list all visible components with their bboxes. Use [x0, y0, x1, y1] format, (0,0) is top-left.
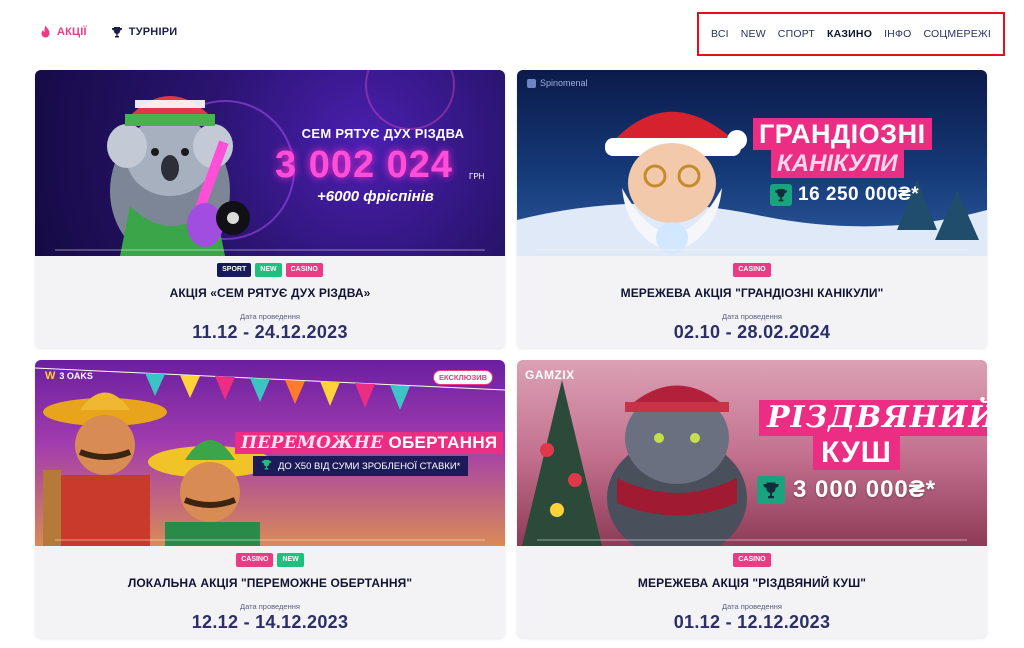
mariachi-characters-illustration: [43, 392, 272, 546]
promo-card[interactable]: GAMZIX РІЗДВЯНИЙ КУШ 3 000 000₴* CASINO …: [517, 360, 987, 638]
filter-new[interactable]: NEW: [741, 28, 766, 40]
date-label: Дата проведення: [722, 602, 782, 611]
nav-promotions-label: АКЦІЇ: [57, 25, 87, 38]
banner-freespins: +6000 фріспінів: [317, 188, 434, 205]
card-body: CASINO МЕРЕЖЕВА АКЦІЯ "ГРАНДІОЗНІ КАНІКУ…: [517, 256, 987, 348]
provider-name: 3 OAKS: [59, 371, 93, 381]
banner-fineprint: [537, 539, 967, 541]
banner-fineprint: [55, 539, 485, 541]
trophy-icon: [111, 26, 123, 38]
provider-logo-mark: W: [45, 370, 56, 382]
santa-illustration: [605, 111, 747, 254]
tag-list: SPORT NEW CASINO: [35, 263, 505, 277]
promo-card[interactable]: W 3 OAKS ЕКСКЛЮЗИВ ПЕРЕМОЖНЕ ОБЕРТАННЯ Д…: [35, 360, 505, 638]
provider-logo: Spinomenal: [527, 78, 588, 88]
banner-headline: СЕМ РЯТУЄ ДУХ РІЗДВА: [301, 126, 465, 141]
promo-title: АКЦІЯ «СЕМ РЯТУЄ ДУХ РІЗДВА»: [169, 286, 371, 300]
banner-fineprint: [537, 249, 967, 251]
tag-casino: CASINO: [733, 263, 771, 277]
date-range: 01.12 - 12.12.2023: [673, 612, 831, 632]
main-nav: АКЦІЇ ТУРНІРИ: [40, 25, 177, 38]
football-icon: [216, 201, 250, 235]
card-body: CASINO МЕРЕЖЕВА АКЦІЯ "РІЗДВЯНИЙ КУШ" Да…: [517, 546, 987, 638]
banner-prize: 3 000 000₴*: [757, 476, 936, 504]
tag-new: NEW: [255, 263, 282, 277]
exclusive-badge: ЕКСКЛЮЗИВ: [433, 370, 493, 385]
banner-subline-text: ДО Х50 ВІД СУМИ ЗРОБЛЕНОЇ СТАВКИ*: [278, 460, 461, 472]
banner-title-line2: КУШ: [813, 436, 900, 470]
banner-title-line2: КАНІКУЛИ: [771, 150, 904, 178]
trophy-icon: [261, 459, 272, 473]
promo-banner: СЕМ РЯТУЄ ДУХ РІЗДВА 3 002 024 ГРН +6000…: [35, 70, 505, 256]
nav-tournaments-label: ТУРНІРИ: [128, 25, 178, 38]
date-range: 12.12 - 14.12.2023: [191, 612, 349, 632]
banner-headline-bold: ОБЕРТАННЯ: [388, 433, 498, 452]
banner-amount: 3 002 024: [275, 144, 454, 186]
provider-name: Spinomenal: [540, 78, 588, 88]
card-body: CASINO NEW ЛОКАЛЬНА АКЦІЯ "ПЕРЕМОЖНЕ ОБЕ…: [35, 546, 505, 638]
banner-subline: ДО Х50 ВІД СУМИ ЗРОБЛЕНОЇ СТАВКИ*: [253, 456, 469, 476]
banner-currency: ГРН: [469, 172, 485, 181]
promo-title: ЛОКАЛЬНА АКЦІЯ "ПЕРЕМОЖНЕ ОБЕРТАННЯ": [127, 576, 413, 590]
filter-sport[interactable]: СПОРТ: [778, 28, 815, 40]
tag-sport: SPORT: [217, 263, 252, 277]
promo-banner: Spinomenal ГРАНДІОЗНІ КАНІКУЛИ 16 250 00…: [517, 70, 987, 256]
promo-banner: GAMZIX РІЗДВЯНИЙ КУШ 3 000 000₴*: [517, 360, 987, 546]
provider-logo: W 3 OAKS: [45, 370, 93, 382]
banner-prize-amount: 3 000 000₴*: [793, 476, 937, 503]
banner-title-line1: ГРАНДІОЗНІ: [753, 118, 932, 150]
promo-card[interactable]: Spinomenal ГРАНДІОЗНІ КАНІКУЛИ 16 250 00…: [517, 70, 987, 348]
banner-headline-italic: ПЕРЕМОЖНЕ: [241, 433, 384, 453]
date-label: Дата проведення: [722, 312, 782, 321]
banner-title-line1: РІЗДВЯНИЙ: [759, 400, 987, 436]
filter-social[interactable]: СОЦМЕРЕЖІ: [923, 28, 990, 40]
tag-list: CASINO NEW: [35, 553, 505, 567]
date-range: 02.10 - 28.02.2024: [673, 322, 831, 342]
tag-casino: CASINO: [285, 263, 323, 277]
banner-prize-amount: 16 250 000₴*: [798, 184, 920, 205]
cat-mascot-illustration: [607, 385, 747, 546]
banner-prize: 16 250 000₴*: [770, 184, 919, 206]
category-filter: ВСІ NEW СПОРТ КАЗИНО ІНФО СОЦМЕРЕЖІ: [697, 12, 1005, 56]
tag-list: CASINO: [517, 553, 987, 567]
tag-list: CASINO: [517, 263, 987, 277]
card-body: SPORT NEW CASINO АКЦІЯ «СЕМ РЯТУЄ ДУХ РІ…: [35, 256, 505, 348]
date-range: 11.12 - 24.12.2023: [192, 322, 348, 342]
promo-title: МЕРЕЖЕВА АКЦІЯ "ГРАНДІОЗНІ КАНІКУЛИ": [620, 286, 884, 300]
trophy-icon: [757, 476, 785, 504]
tag-new: NEW: [277, 553, 304, 567]
promo-title: МЕРЕЖЕВА АКЦІЯ "РІЗДВЯНИЙ КУШ": [637, 576, 867, 590]
nav-tournaments[interactable]: ТУРНІРИ: [111, 25, 178, 38]
tag-casino: CASINO: [236, 553, 274, 567]
tag-casino: CASINO: [733, 553, 771, 567]
filter-info[interactable]: ІНФО: [884, 28, 911, 40]
banner-headline: ПЕРЕМОЖНЕ ОБЕРТАННЯ: [235, 432, 504, 454]
decor-ring: [365, 70, 455, 130]
flame-icon: [40, 25, 51, 38]
promo-card[interactable]: СЕМ РЯТУЄ ДУХ РІЗДВА 3 002 024 ГРН +6000…: [35, 70, 505, 348]
filter-all[interactable]: ВСІ: [711, 28, 729, 40]
banner-fineprint: [55, 249, 485, 251]
date-label: Дата проведення: [240, 602, 300, 611]
promo-banner: W 3 OAKS ЕКСКЛЮЗИВ ПЕРЕМОЖНЕ ОБЕРТАННЯ Д…: [35, 360, 505, 546]
provider-logo-icon: [527, 78, 536, 88]
date-label: Дата проведення: [240, 312, 300, 321]
top-bar: АКЦІЇ ТУРНІРИ ВСІ NEW СПОРТ КАЗИНО ІНФО …: [0, 0, 1024, 70]
trophy-icon: [770, 184, 792, 206]
nav-promotions[interactable]: АКЦІЇ: [40, 25, 87, 38]
filter-casino[interactable]: КАЗИНО: [827, 28, 872, 40]
